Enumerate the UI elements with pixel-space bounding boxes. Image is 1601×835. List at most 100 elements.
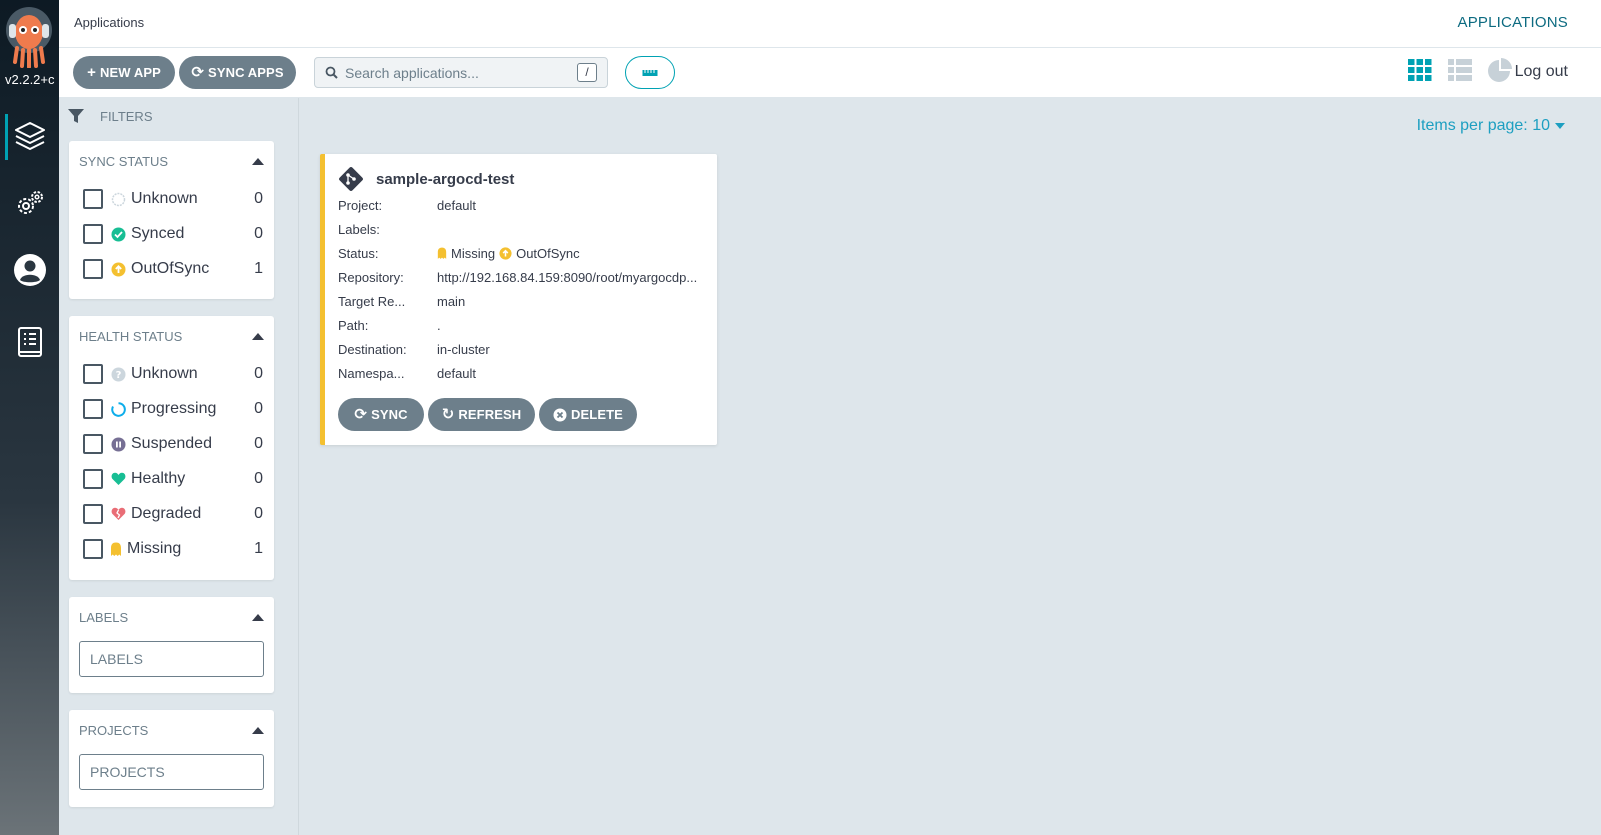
check-circle-icon [110,226,126,242]
field-value: http://192.168.84.159:8090/root/myargocd… [437,270,698,285]
nav-docs[interactable] [0,316,59,368]
collapse-caret-icon[interactable] [252,727,264,734]
checkbox[interactable] [83,189,103,209]
argo-logo[interactable] [4,6,54,69]
list-view-icon[interactable] [1447,57,1473,83]
checkbox[interactable] [83,539,103,559]
application-tile[interactable]: sample-argocd-test Project: default Labe… [320,154,717,445]
ruler-icon [642,69,658,76]
search-icon [325,66,338,79]
option-count: 0 [254,400,263,417]
top-bar: Applications APPLICATIONS [59,0,1601,48]
tiles-view-icon[interactable] [1407,57,1433,83]
nav-settings[interactable] [0,178,59,230]
field-key: Namespa... [338,366,405,381]
git-icon [339,167,363,191]
projects-input[interactable] [79,754,264,790]
option-count: 1 [254,260,263,277]
option-label: Healthy [131,470,186,487]
app-title: sample-argocd-test [338,166,514,192]
health-status-title: HEALTH STATUS [79,329,183,344]
option-label: Suspended [131,435,212,452]
summary-pie-icon[interactable] [1487,57,1513,83]
times-circle-icon [553,408,567,421]
labels-input[interactable] [79,641,264,677]
arrow-up-circle-icon [499,247,512,260]
checkbox[interactable] [83,364,103,384]
ghost-icon [110,541,122,557]
filter-health-progressing[interactable]: Progressing 0 [83,397,263,421]
field-value: default [437,198,477,213]
filter-sync-synced[interactable]: Synced 0 [83,222,263,246]
filter-health-suspended[interactable]: Suspended 0 [83,432,263,456]
option-label: Unknown [131,365,198,382]
filter-health-degraded[interactable]: Degraded 0 [83,502,263,526]
delete-button[interactable]: DELETE [539,398,637,431]
filter-health-missing[interactable]: Missing 1 [83,537,263,561]
sync-icon: ⟳ [191,64,205,81]
health-status-panel: HEALTH STATUS ? Unknown 0 Progressing 0 … [69,316,274,580]
option-count: 0 [254,470,263,487]
filter-health-healthy[interactable]: Healthy 0 [83,467,263,491]
pause-circle-icon [110,436,126,452]
status-value: Missing OutOfSync [437,246,703,261]
option-count: 1 [254,540,263,557]
logout-link[interactable]: Log out [1515,63,1568,81]
funnel-icon [68,109,84,123]
new-app-label: NEW APP [99,65,161,80]
checkbox[interactable] [83,504,103,524]
option-label: Unknown [131,190,198,207]
refresh-button[interactable]: ↻ REFRESH [428,398,535,431]
checkbox[interactable] [83,434,103,454]
sync-status-title: SYNC STATUS [79,154,169,169]
filter-sync-outofsync[interactable]: OutOfSync 1 [83,257,263,281]
breadcrumb[interactable]: Applications [74,15,144,30]
left-nav: v2.2.2+c [0,0,59,835]
field-key: Repository: [338,270,404,285]
toolbar: + NEW APP ⟳ SYNC APPS / [59,48,1601,98]
option-count: 0 [254,435,263,452]
search-input[interactable] [345,63,565,83]
field-value: main [437,294,466,309]
field-key: Destination: [338,342,407,357]
option-count: 0 [254,505,263,522]
nav-applications[interactable] [0,110,59,162]
option-label: OutOfSync [131,260,210,277]
option-label: Synced [131,225,185,242]
new-app-button[interactable]: + NEW APP [73,56,175,89]
filters-title: FILTERS [100,108,153,124]
field-key: Target Re... [338,294,406,309]
filter-sync-unknown[interactable]: Unknown 0 [83,187,263,211]
refresh-icon: ↻ [441,406,455,423]
filter-health-unknown[interactable]: ? Unknown 0 [83,362,263,386]
field-value: in-cluster [437,342,490,357]
collapse-caret-icon[interactable] [252,614,264,621]
search-box[interactable]: / [314,57,608,88]
search-shortcut-hint: / [577,63,597,82]
sync-button[interactable]: ⟳ SYNC [338,398,424,431]
option-count: 0 [254,365,263,382]
option-label: Missing [127,540,182,557]
collapse-caret-icon[interactable] [252,333,264,340]
field-key: Status: [338,246,379,261]
field-value: . [437,318,441,333]
caret-down-icon [1555,123,1565,129]
checkbox[interactable] [83,224,103,244]
nav-user-info[interactable] [0,244,59,296]
question-circle-icon: ? [110,366,126,382]
checkbox[interactable] [83,399,103,419]
broken-heart-icon [110,506,126,522]
filter-toggle-button[interactable] [625,56,675,89]
progress-circle-icon [110,401,126,417]
user-info-icon [13,254,46,286]
checkbox[interactable] [83,469,103,489]
sync-apps-button[interactable]: ⟳ SYNC APPS [179,56,296,89]
filters-sidebar: FILTERS SYNC STATUS Unknown 0 Synced 0 O… [59,98,299,835]
arrow-up-circle-icon [110,261,126,277]
app-name[interactable]: sample-argocd-test [376,171,514,188]
delete-label: DELETE [571,407,623,422]
svg-text:?: ? [115,370,121,381]
checkbox[interactable] [83,259,103,279]
collapse-caret-icon[interactable] [252,158,264,165]
items-per-page-dropdown[interactable]: Items per page: 10 [1417,117,1565,135]
